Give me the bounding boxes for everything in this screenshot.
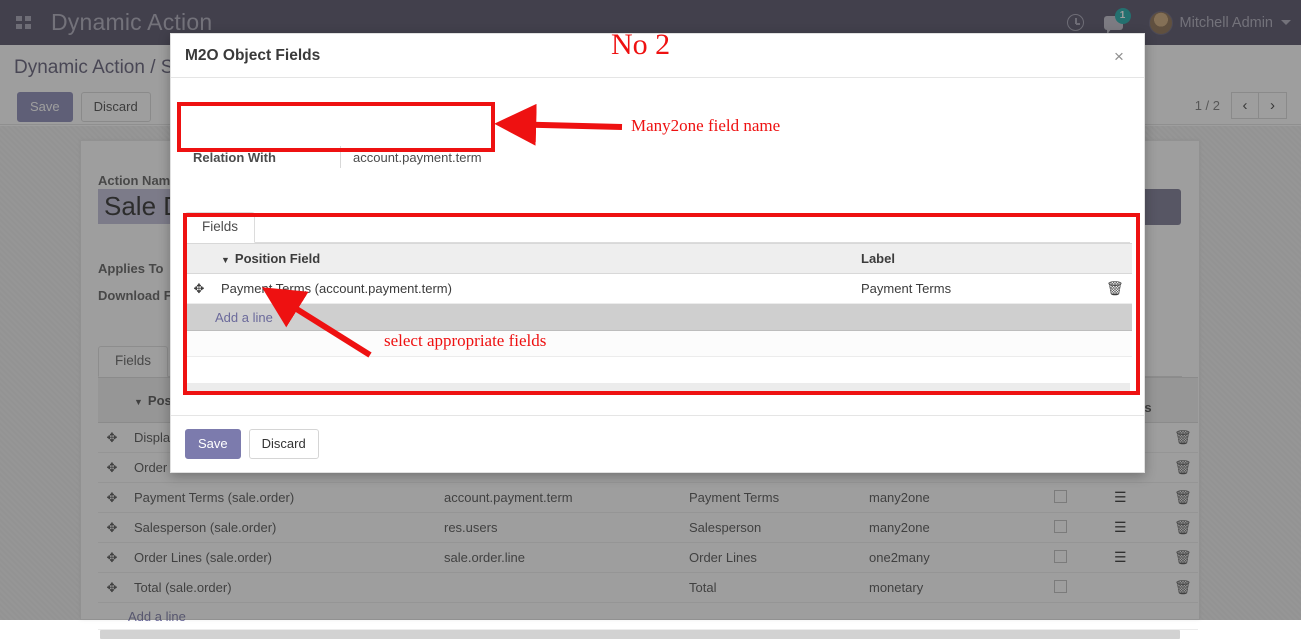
dialog-tab-fields[interactable]: Fields	[185, 212, 255, 243]
dialog-empty-row-1	[185, 331, 1132, 357]
close-icon[interactable]: ×	[1108, 45, 1130, 67]
dialog-add-a-line-link[interactable]: Add a line	[185, 310, 1132, 325]
dialog-horizontal-scrollbar[interactable]	[185, 383, 1130, 391]
dialog-drag-handle-icon[interactable]: ✥	[185, 274, 213, 304]
dialog-cell-position-field[interactable]: Payment Terms (account.payment.term)	[213, 274, 853, 304]
annotation-label-select-fields: select appropriate fields	[384, 331, 546, 351]
m2o-object-fields-dialog: M2O Object Fields × Relation With accoun…	[170, 33, 1145, 473]
dialog-title: M2O Object Fields	[185, 47, 320, 65]
dialog-th-position-field[interactable]: ▼Position Field	[213, 244, 853, 274]
trash-icon[interactable]: 🗑	[1106, 280, 1124, 296]
horizontal-scrollbar[interactable]	[100, 630, 1180, 639]
dialog-empty-row-2	[185, 357, 1132, 383]
dialog-notebook: Fields ▼Position Field Label ✥Payment Te…	[185, 212, 1130, 391]
dialog-cell-label[interactable]: Payment Terms	[853, 274, 1098, 304]
relation-with-field: Relation With account.payment.term	[185, 146, 505, 168]
dialog-table-header-row: ▼Position Field Label	[185, 244, 1132, 274]
dialog-fields-body: ✥Payment Terms (account.payment.term)Pay…	[185, 274, 1132, 304]
annotation-label-many2one: Many2one field name	[631, 116, 780, 136]
dialog-fields-table: ▼Position Field Label ✥Payment Terms (ac…	[185, 243, 1132, 383]
dialog-add-line-row[interactable]: Add a line	[185, 304, 1132, 331]
dialog-footer: Save Discard	[171, 415, 1144, 472]
dialog-th-delete	[1098, 244, 1132, 274]
dialog-discard-button[interactable]: Discard	[249, 429, 319, 459]
dialog-cell-delete[interactable]: 🗑	[1098, 274, 1132, 304]
dialog-save-button[interactable]: Save	[185, 429, 241, 459]
dialog-th-label[interactable]: Label	[853, 244, 1098, 274]
annotation-label-no2: No 2	[611, 28, 670, 62]
dialog-notebook-tabs: Fields	[185, 212, 1130, 243]
dialog-th-handle	[185, 244, 213, 274]
sort-desc-icon: ▼	[221, 255, 230, 265]
relation-with-label: Relation With	[185, 150, 340, 165]
dialog-table-row[interactable]: ✥Payment Terms (account.payment.term)Pay…	[185, 274, 1132, 304]
relation-with-value[interactable]: account.payment.term	[341, 150, 482, 165]
